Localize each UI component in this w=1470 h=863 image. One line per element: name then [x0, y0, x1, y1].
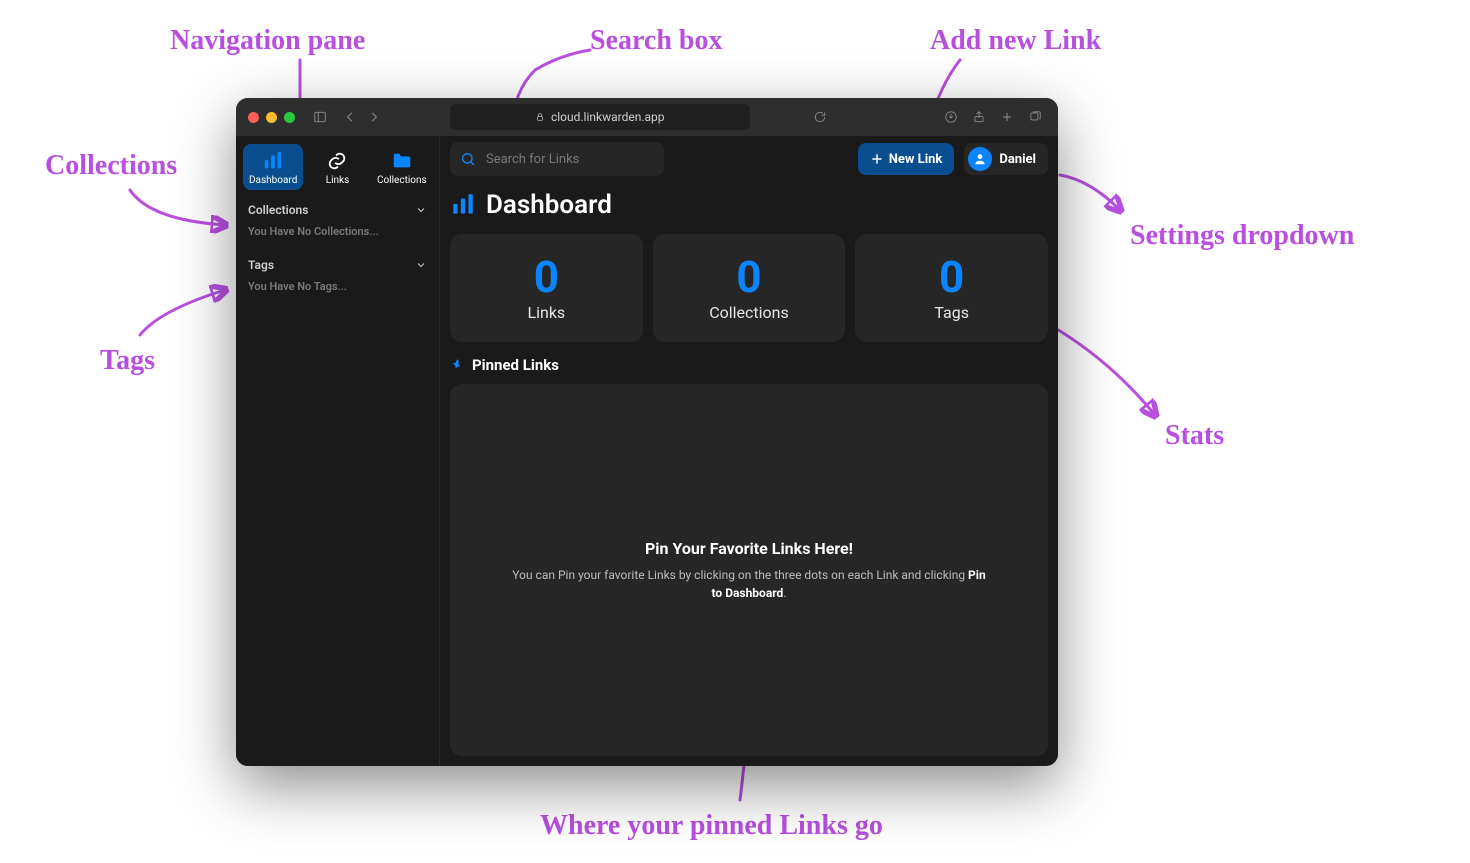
avatar [968, 147, 992, 171]
reload-button[interactable] [809, 106, 831, 128]
nav-back-button[interactable] [339, 106, 361, 128]
app-body: Dashboard Links Collections Collections [236, 136, 1058, 766]
sidebar-tab-label: Dashboard [249, 175, 297, 186]
sidebar-toggle-button[interactable] [309, 106, 331, 128]
lock-icon [535, 112, 545, 122]
pin-icon [450, 358, 464, 372]
pinned-empty-state: Pin Your Favorite Links Here! You can Pi… [450, 384, 1048, 756]
sidebar-collections-header: Collections [248, 203, 308, 217]
annotation-nav: Navigation pane [170, 25, 365, 57]
stat-value: 0 [534, 255, 559, 299]
nav-forward-button[interactable] [363, 106, 385, 128]
topbar: New Link Daniel [450, 142, 1048, 176]
window-minimize-button[interactable] [266, 112, 277, 123]
sidebar: Dashboard Links Collections Collections [236, 136, 440, 766]
window-close-button[interactable] [248, 112, 259, 123]
main-content: New Link Daniel Dashboard 0 [440, 136, 1058, 766]
chevron-left-icon [343, 110, 357, 124]
page-title: Dashboard [450, 190, 1048, 220]
sidebar-tags-empty: You Have No Tags... [248, 272, 427, 293]
reload-icon [813, 110, 827, 124]
user-menu-button[interactable]: Daniel [964, 143, 1048, 175]
pinned-header: Pinned Links [450, 356, 1048, 374]
stat-label: Tags [934, 303, 969, 322]
annotation-stats: Stats [1165, 420, 1224, 452]
stat-label: Links [527, 303, 565, 322]
folder-icon [391, 150, 413, 172]
plus-icon [1000, 110, 1014, 124]
annotation-settings: Settings dropdown [1130, 220, 1354, 252]
sidebar-tags-section: Tags You Have No Tags... [241, 253, 434, 302]
annotation-pinned: Where your pinned Links go [540, 810, 883, 842]
sidebar-collections-section: Collections You Have No Collections... [241, 198, 434, 247]
tabs-icon [1028, 110, 1042, 124]
sidebar-tab-links[interactable]: Links [307, 144, 367, 190]
user-name: Daniel [999, 152, 1036, 167]
url-bar[interactable]: cloud.linkwarden.app [450, 104, 750, 130]
stat-card-collections: 0 Collections [653, 234, 846, 342]
new-link-button[interactable]: New Link [858, 143, 955, 175]
new-link-label: New Link [889, 152, 943, 167]
annotation-collections: Collections [45, 150, 177, 182]
chevron-down-icon [415, 259, 427, 271]
sidebar-tab-label: Collections [377, 175, 427, 186]
new-tab-button[interactable] [996, 106, 1018, 128]
stat-label: Collections [709, 303, 789, 322]
sidebar-toggle-icon [313, 110, 327, 124]
pinned-empty-body: You can Pin your favorite Links by click… [510, 566, 988, 602]
user-icon [973, 152, 987, 166]
plus-icon [870, 152, 884, 166]
chevron-down-icon [415, 204, 427, 216]
window-zoom-button[interactable] [284, 112, 295, 123]
window-controls[interactable] [248, 112, 295, 123]
pinned-title: Pinned Links [472, 356, 559, 374]
link-icon [326, 150, 348, 172]
sidebar-tab-label: Links [326, 175, 350, 186]
search-icon [460, 151, 476, 167]
chevron-right-icon [367, 110, 381, 124]
stat-card-links: 0 Links [450, 234, 643, 342]
chart-bars-icon [450, 192, 476, 218]
search-box[interactable] [450, 142, 664, 176]
annotation-search: Search box [590, 25, 723, 57]
downloads-button[interactable] [940, 106, 962, 128]
stat-value: 0 [939, 255, 964, 299]
sidebar-tab-dashboard[interactable]: Dashboard [243, 144, 303, 190]
url-text: cloud.linkwarden.app [551, 110, 665, 124]
download-icon [944, 110, 958, 124]
sidebar-tags-header: Tags [248, 258, 274, 272]
sidebar-nav: Dashboard Links Collections [241, 142, 434, 192]
sidebar-tab-collections[interactable]: Collections [372, 144, 432, 190]
page-title-text: Dashboard [486, 190, 612, 220]
browser-window: cloud.linkwarden.app Dashboard [236, 98, 1058, 766]
sidebar-collections-toggle[interactable]: Collections [248, 203, 427, 217]
search-input[interactable] [484, 151, 654, 168]
sidebar-tags-toggle[interactable]: Tags [248, 258, 427, 272]
annotation-tags: Tags [100, 345, 155, 377]
annotation-newlink: Add new Link [930, 25, 1101, 57]
stats-row: 0 Links 0 Collections 0 Tags [450, 234, 1048, 342]
pinned-section: Pinned Links Pin Your Favorite Links Her… [450, 356, 1048, 756]
chart-bars-icon [262, 150, 284, 172]
share-button[interactable] [968, 106, 990, 128]
pinned-empty-heading: Pin Your Favorite Links Here! [645, 539, 853, 558]
stat-card-tags: 0 Tags [855, 234, 1048, 342]
tabs-overview-button[interactable] [1024, 106, 1046, 128]
share-icon [972, 110, 986, 124]
sidebar-collections-empty: You Have No Collections... [248, 217, 427, 238]
browser-titlebar: cloud.linkwarden.app [236, 98, 1058, 136]
stat-value: 0 [736, 255, 761, 299]
